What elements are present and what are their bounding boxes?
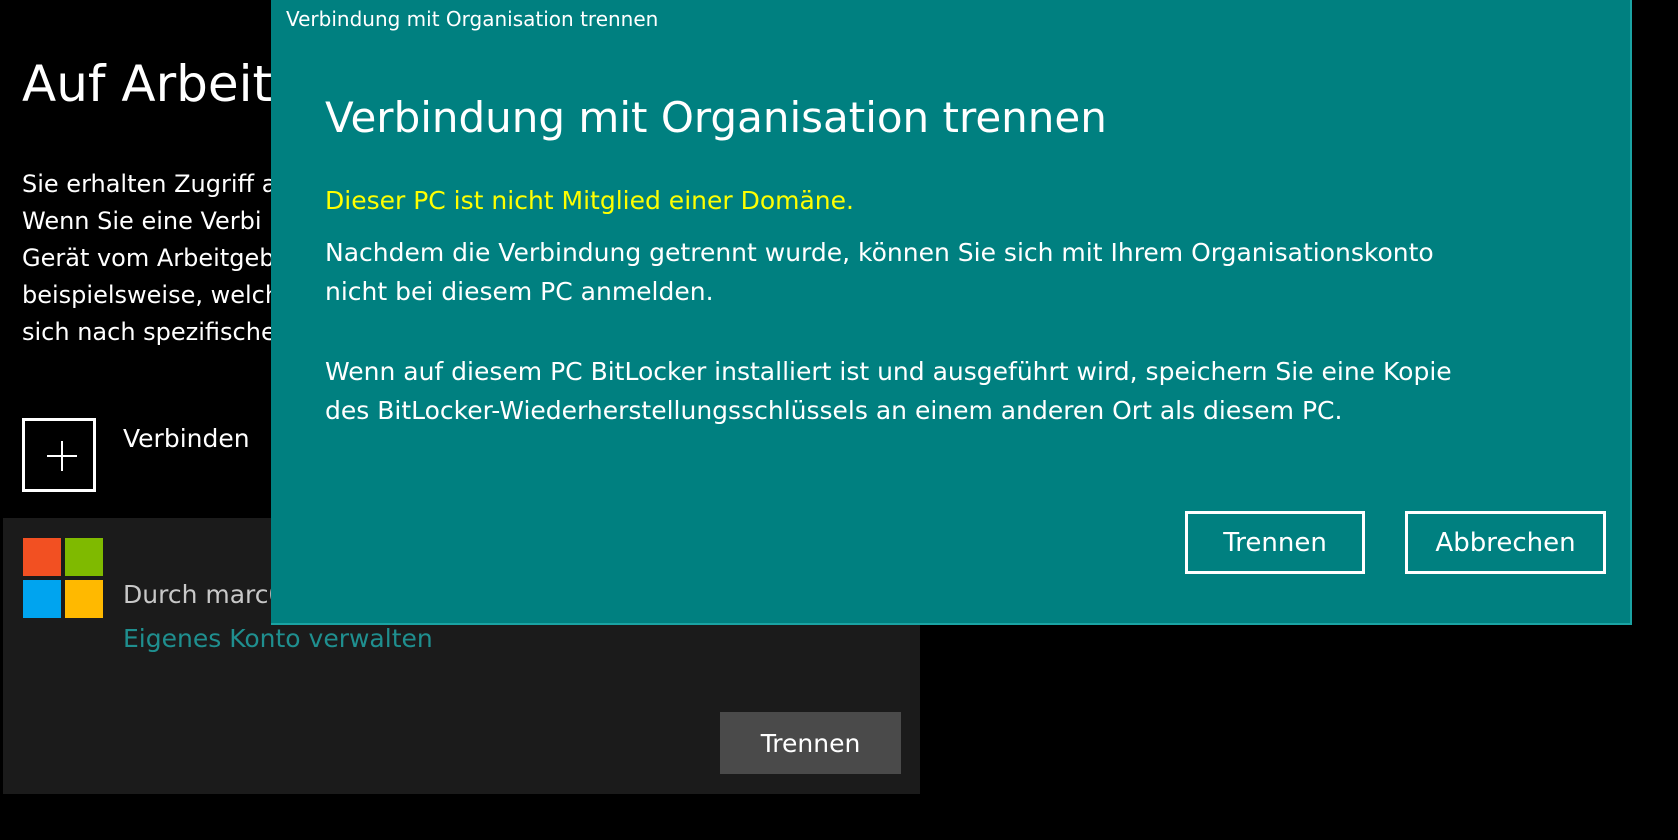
microsoft-logo-green-square bbox=[65, 538, 103, 576]
description-line: Sie erhalten Zugriff a bbox=[22, 170, 277, 198]
settings-page: Auf Arbeits Sie erhalten Zugriff a Wenn … bbox=[0, 0, 1678, 840]
paragraph-line: des BitLocker-Wiederherstellungsschlüsse… bbox=[325, 396, 1343, 425]
disconnect-dialog: Verbindung mit Organisation trennen Verb… bbox=[271, 0, 1632, 625]
manage-account-link[interactable]: Eigenes Konto verwalten bbox=[123, 622, 433, 656]
paragraph-line: Nachdem die Verbindung getrennt wurde, k… bbox=[325, 238, 1434, 267]
description-line: Wenn Sie eine Verbi bbox=[22, 207, 262, 235]
account-name: Durch marc0 bbox=[123, 580, 285, 609]
plus-icon-vertical bbox=[61, 441, 63, 471]
dialog-paragraph-bitlocker: Wenn auf diesem PC BitLocker installiert… bbox=[325, 352, 1452, 430]
microsoft-logo-icon bbox=[23, 538, 106, 621]
dialog-titlebar: Verbindung mit Organisation trennen bbox=[286, 7, 659, 31]
page-description: Sie erhalten Zugriff a Wenn Sie eine Ver… bbox=[22, 166, 280, 351]
card-disconnect-button[interactable]: Trennen bbox=[720, 712, 901, 774]
domain-warning: Dieser PC ist nicht Mitglied einer Domän… bbox=[325, 186, 854, 215]
description-line: beispielsweise, welch bbox=[22, 281, 281, 309]
microsoft-logo-blue-square bbox=[23, 580, 61, 618]
paragraph-line: nicht bei diesem PC anmelden. bbox=[325, 277, 714, 306]
page-title: Auf Arbeits bbox=[22, 55, 299, 113]
confirm-disconnect-button[interactable]: Trennen bbox=[1185, 511, 1365, 574]
description-line: sich nach spezifische bbox=[22, 318, 276, 346]
microsoft-logo-red-square bbox=[23, 538, 61, 576]
cancel-button[interactable]: Abbrechen bbox=[1405, 511, 1606, 574]
connect-button-label[interactable]: Verbinden bbox=[123, 422, 250, 456]
description-line: Gerät vom Arbeitgeb bbox=[22, 244, 275, 272]
microsoft-logo-yellow-square bbox=[65, 580, 103, 618]
dialog-heading: Verbindung mit Organisation trennen bbox=[325, 93, 1107, 142]
plus-icon[interactable] bbox=[22, 418, 96, 492]
dialog-paragraph-signin: Nachdem die Verbindung getrennt wurde, k… bbox=[325, 233, 1434, 311]
paragraph-line: Wenn auf diesem PC BitLocker installiert… bbox=[325, 357, 1452, 386]
